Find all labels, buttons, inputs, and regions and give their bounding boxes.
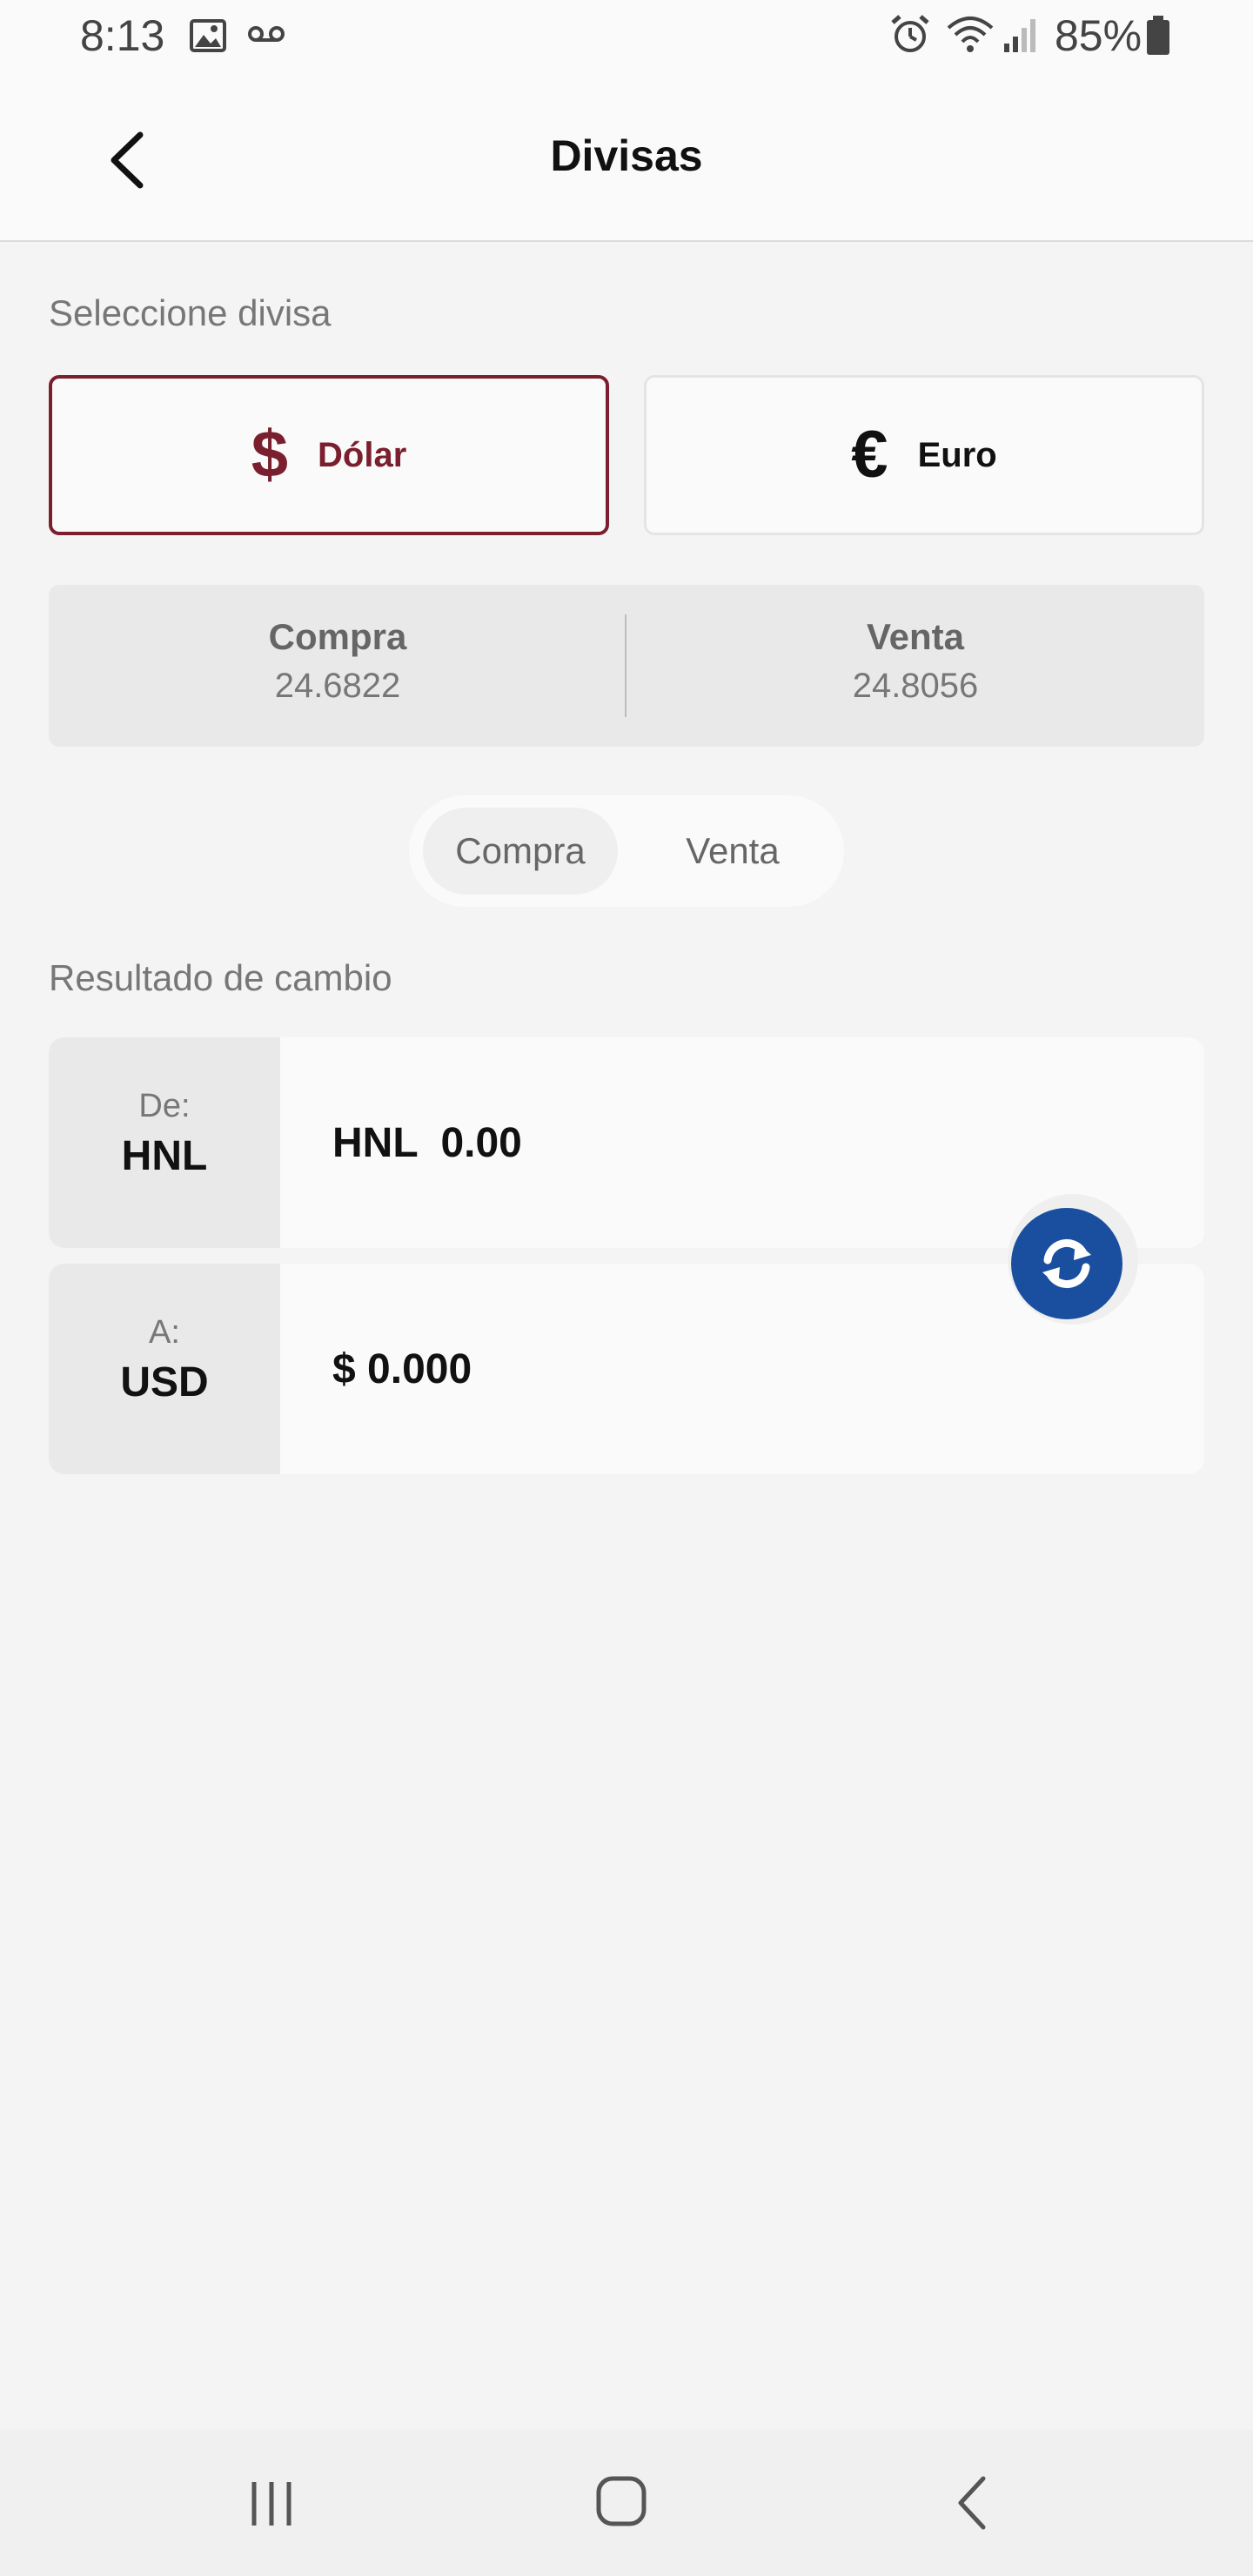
back-nav-icon[interactable] [950,2465,994,2534]
sell-rate-label: Venta [866,616,965,657]
swap-refresh-icon [1042,1239,1091,1288]
currency-option-euro[interactable]: € Euro [644,375,1204,535]
status-bar: 8:13 85% [0,0,1253,73]
system-nav-bar [0,2430,1253,2576]
signal-icon [1004,19,1035,52]
to-prefix: A: [149,1314,180,1351]
voicemail-icon [248,26,285,42]
status-time: 8:13 [80,11,165,60]
battery-percentage: 85% [1055,11,1142,60]
dollar-icon: $ [251,418,289,492]
sell-rate: Venta 24.8056 [626,616,1204,706]
home-icon[interactable] [592,2465,651,2534]
battery-icon [1147,16,1169,55]
result-label: Resultado de cambio [49,957,392,998]
wifi-icon [947,17,994,52]
currency-select-label: Seleccione divisa [49,292,332,333]
recent-apps-icon[interactable] [245,2465,298,2534]
from-amount-input[interactable]: HNL 0.00 [332,1037,522,1248]
buy-rate-label: Compra [268,616,407,657]
toggle-compra[interactable]: Compra [423,808,618,895]
mode-toggle: Compra Venta [409,795,844,907]
to-currency: A: USD [49,1264,280,1474]
exchange-rates-box: Compra 24.6822 Venta 24.8056 [49,585,1204,747]
euro-icon: € [851,418,888,492]
buy-rate-value: 24.6822 [274,667,401,705]
page-title: Divisas [550,131,703,180]
currency-option-dollar[interactable]: $ Dólar [49,375,609,535]
from-prefix: De: [138,1088,191,1124]
alarm-icon [891,15,929,52]
image-icon [190,19,226,52]
app-header: Divisas [0,73,1253,242]
buy-rate: Compra 24.6822 [49,616,626,706]
to-amount-value: $ 0.000 [332,1345,472,1392]
from-code: HNL [121,1133,208,1179]
toggle-venta[interactable]: Venta [635,808,830,895]
currency-option-label: Euro [917,435,997,474]
swap-button[interactable] [1011,1208,1122,1319]
to-code: USD [120,1359,209,1405]
currency-option-label: Dólar [318,435,407,474]
from-currency: De: HNL [49,1037,280,1248]
sell-rate-value: 24.8056 [852,667,979,705]
